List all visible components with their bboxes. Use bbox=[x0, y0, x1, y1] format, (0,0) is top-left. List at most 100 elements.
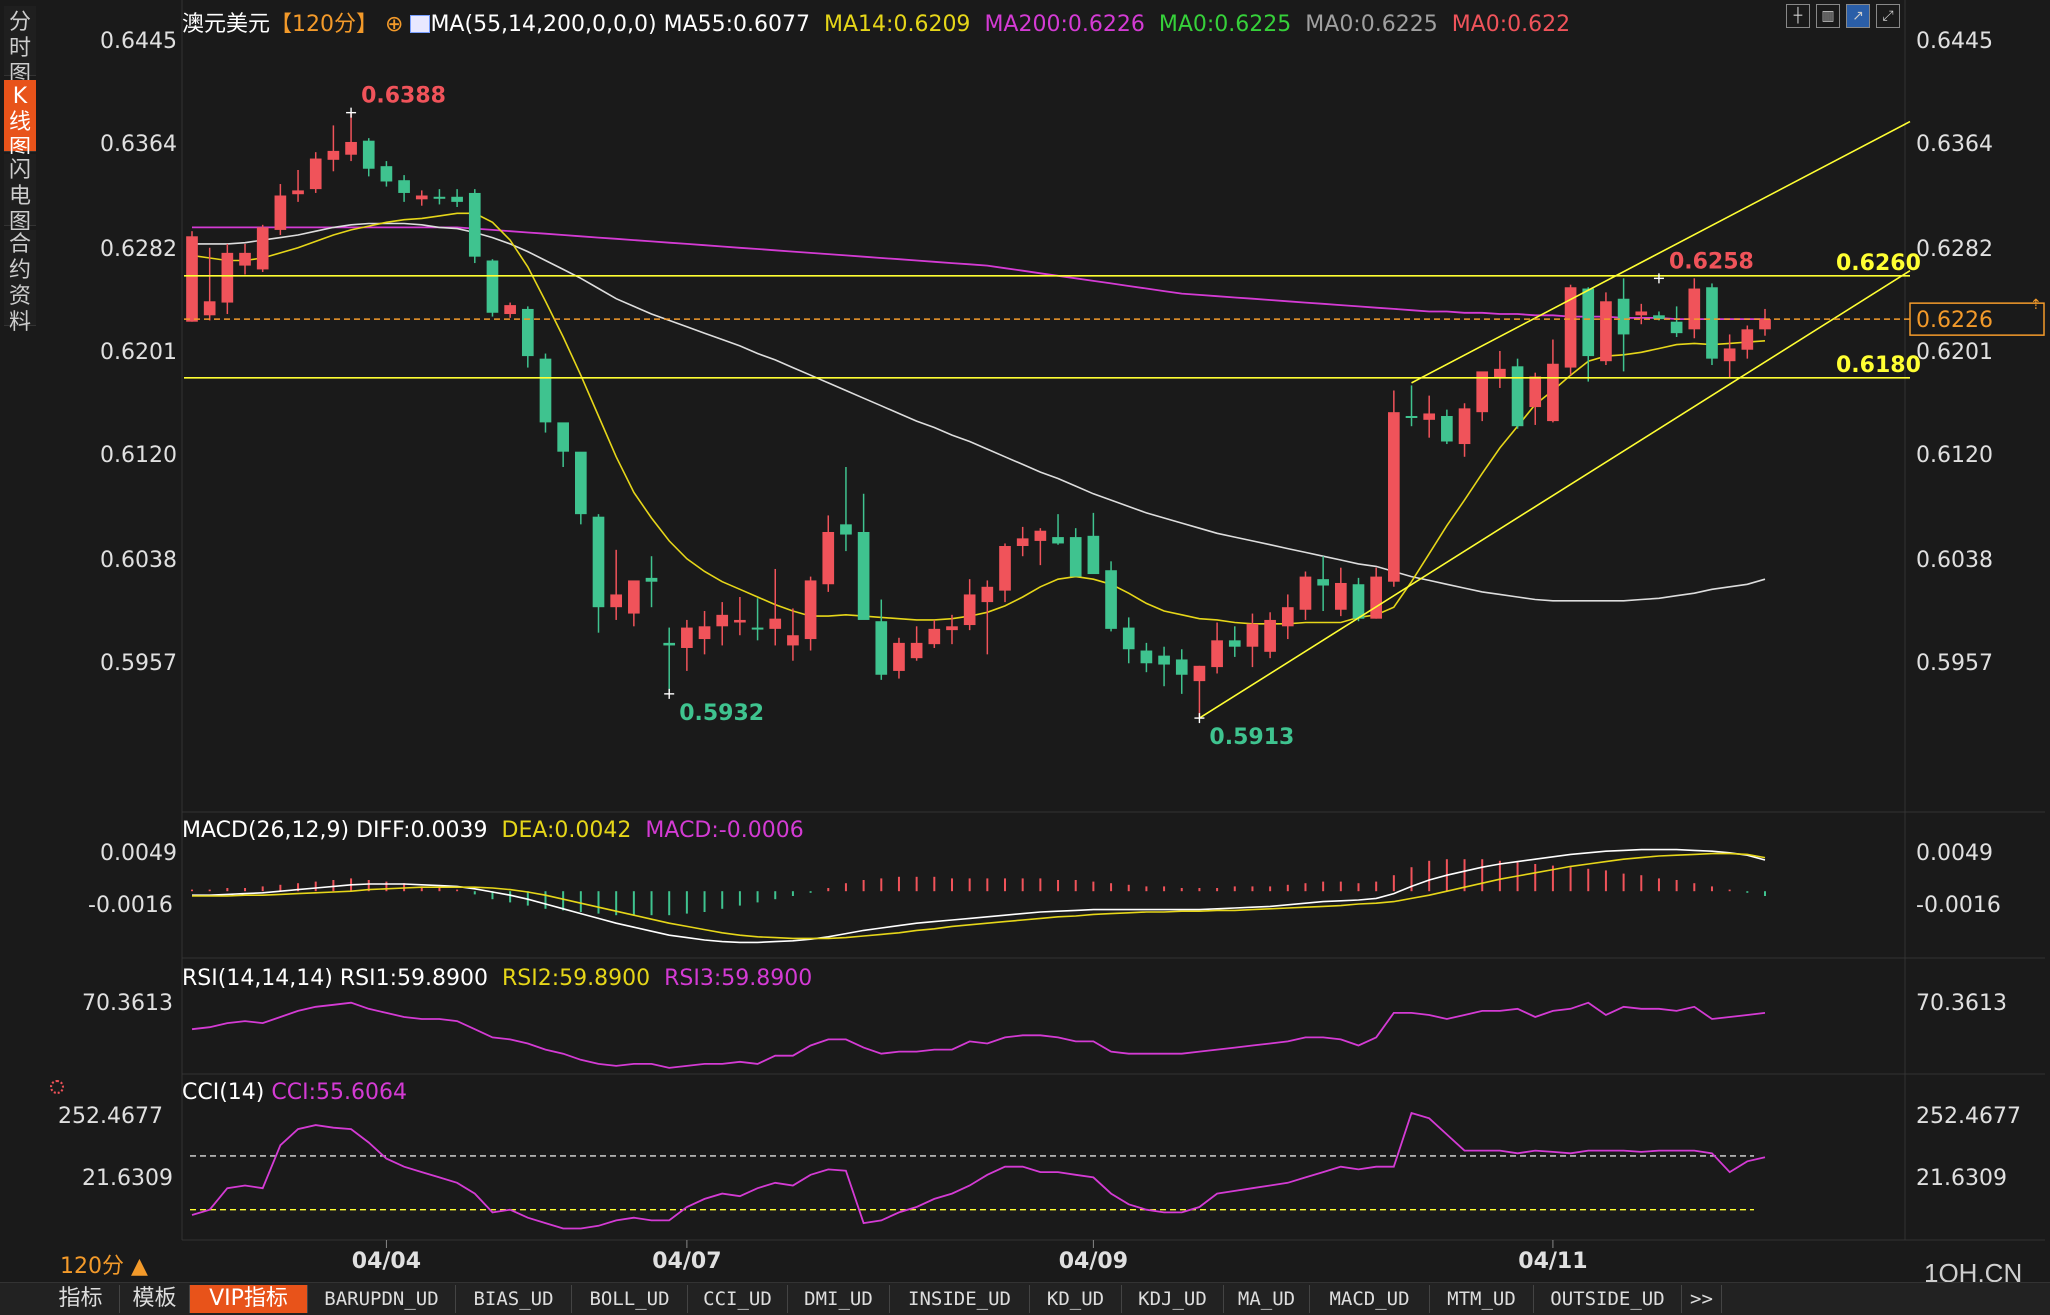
trend-channel-lower bbox=[1199, 270, 1911, 719]
candle-body bbox=[398, 180, 410, 193]
candle-body bbox=[274, 195, 287, 230]
candle-body bbox=[539, 358, 552, 423]
candle-body bbox=[1582, 288, 1595, 357]
macd-dea-line bbox=[192, 852, 1766, 940]
candle-body bbox=[1670, 321, 1683, 334]
rsi-tick-right: 70.3613 bbox=[1916, 991, 2007, 1016]
cci-line bbox=[191, 1111, 1766, 1230]
candle-body bbox=[1600, 301, 1612, 362]
candle-body bbox=[769, 618, 782, 629]
triangle-up-icon: ▲ bbox=[131, 1254, 148, 1279]
candle-body bbox=[1087, 535, 1100, 575]
candle-body bbox=[910, 642, 923, 659]
candle-body bbox=[468, 192, 481, 257]
y-tick-label-right: 0.6201 bbox=[1916, 340, 1993, 365]
candle-body bbox=[1228, 640, 1241, 647]
candle-body bbox=[1441, 416, 1453, 442]
candle-body bbox=[1264, 619, 1276, 652]
candle-body bbox=[415, 195, 428, 200]
candle-body bbox=[433, 196, 446, 199]
candle-body bbox=[1494, 368, 1506, 378]
x-tick-label: 04/07 bbox=[652, 1249, 721, 1274]
candle-body bbox=[1423, 413, 1436, 420]
candle-body bbox=[1122, 627, 1135, 650]
indicator-tab-inside-ud[interactable]: INSIDE_UD bbox=[890, 1285, 1030, 1313]
candle-body bbox=[592, 516, 605, 608]
cci-tick-right: 252.4677 bbox=[1916, 1104, 2021, 1129]
x-tick-label: 04/09 bbox=[1059, 1249, 1128, 1274]
candle-body bbox=[981, 586, 994, 603]
candle-body bbox=[1617, 298, 1630, 335]
candle-body bbox=[804, 580, 817, 640]
candle-body bbox=[928, 628, 941, 645]
candle-body bbox=[1175, 659, 1188, 675]
candle-body bbox=[893, 642, 905, 671]
indicator-tab-kd-ud[interactable]: KD_UD bbox=[1030, 1285, 1122, 1313]
ma14-line bbox=[191, 212, 1766, 625]
horizontal-level-label: 0.6180 bbox=[1836, 353, 1921, 378]
candle-body bbox=[1105, 570, 1117, 629]
candle-body bbox=[186, 236, 198, 322]
x-tick-label: 04/11 bbox=[1518, 1249, 1587, 1274]
candle-body bbox=[1069, 537, 1082, 577]
candle-body bbox=[787, 635, 799, 646]
cci-tick-left: 252.4677 bbox=[58, 1104, 163, 1129]
macd-diff-line bbox=[192, 848, 1766, 944]
cci-tick-right: 21.6309 bbox=[1916, 1166, 2007, 1191]
macd-tick-right: 0.0049 bbox=[1916, 841, 1993, 866]
extreme-price-label: 0.6388 bbox=[361, 84, 446, 109]
period-button[interactable]: 120分 ▲ bbox=[60, 1248, 148, 1280]
candle-body bbox=[663, 642, 676, 646]
candle-body bbox=[1034, 530, 1047, 541]
y-tick-label-left: 0.6364 bbox=[100, 132, 177, 157]
indicator-tab-mtm-ud[interactable]: MTM_UD bbox=[1430, 1285, 1534, 1313]
candle-body bbox=[822, 531, 835, 585]
indicator-tab-bias-ud[interactable]: BIAS_UD bbox=[456, 1285, 572, 1313]
indicator-tab-kdj-ud[interactable]: KDJ_UD bbox=[1122, 1285, 1224, 1313]
candle-body bbox=[327, 150, 340, 160]
candle-body bbox=[1405, 416, 1418, 419]
candle-body bbox=[681, 627, 693, 648]
candle-body bbox=[256, 227, 269, 270]
y-tick-label-left: 0.6120 bbox=[100, 443, 177, 468]
candle-body bbox=[1635, 311, 1648, 316]
indicator-tab-macd-ud[interactable]: MACD_UD bbox=[1310, 1285, 1430, 1313]
indicator-tab--[interactable]: >> bbox=[1682, 1285, 1722, 1313]
indicator-tab--[interactable]: 模板 bbox=[120, 1285, 190, 1313]
candle-body bbox=[221, 252, 234, 303]
candle-body bbox=[504, 305, 516, 315]
candle-body bbox=[875, 621, 888, 675]
indicator-tab-vip-[interactable]: VIP指标 bbox=[190, 1285, 308, 1313]
candle-body bbox=[1193, 665, 1206, 682]
candle-body bbox=[1016, 538, 1029, 547]
y-tick-label-left: 0.6038 bbox=[100, 548, 177, 573]
indicator-tab-dmi-ud[interactable]: DMI_UD bbox=[788, 1285, 890, 1313]
indicator-tab-boll-ud[interactable]: BOLL_UD bbox=[572, 1285, 688, 1313]
candle-body bbox=[1723, 348, 1736, 362]
indicator-tab-barupdn-ud[interactable]: BARUPDN_UD bbox=[308, 1285, 456, 1313]
x-tick-label: 04/04 bbox=[352, 1249, 421, 1274]
indicator-tab-ma-ud[interactable]: MA_UD bbox=[1224, 1285, 1310, 1313]
candle-body bbox=[1458, 408, 1471, 445]
candle-body bbox=[1158, 655, 1170, 665]
candle-body bbox=[1052, 537, 1064, 544]
cci-tick-left: 21.6309 bbox=[82, 1166, 173, 1191]
candle-body bbox=[1352, 584, 1365, 619]
candle-body bbox=[628, 580, 640, 614]
candle-body bbox=[610, 594, 623, 608]
candle-body bbox=[574, 451, 587, 515]
extreme-price-label: 0.6258 bbox=[1669, 249, 1754, 274]
candle-body bbox=[645, 577, 658, 582]
chart-canvas[interactable]: 0.62600.61800.6226⇡0.63880.59320.59130.6… bbox=[0, 0, 2050, 1282]
candle-body bbox=[1759, 319, 1771, 330]
candle-body bbox=[1706, 287, 1718, 359]
candle-body bbox=[345, 141, 357, 155]
indicator-tab-outside-ud[interactable]: OUTSIDE_UD bbox=[1534, 1285, 1682, 1313]
chart-window: 分 时 图 K 线 图 闪 电 图 合 约 资 料 澳元美元【120分】 ⊕ M… bbox=[0, 0, 2050, 1315]
y-tick-label-right: 0.5957 bbox=[1916, 651, 1993, 676]
last-price-label: 0.6226 bbox=[1916, 308, 1993, 333]
extreme-price-label: 0.5932 bbox=[679, 701, 764, 726]
indicator-tab--[interactable]: 指标 bbox=[42, 1285, 120, 1313]
candle-body bbox=[716, 614, 729, 627]
indicator-tab-cci-ud[interactable]: CCI_UD bbox=[688, 1285, 788, 1313]
